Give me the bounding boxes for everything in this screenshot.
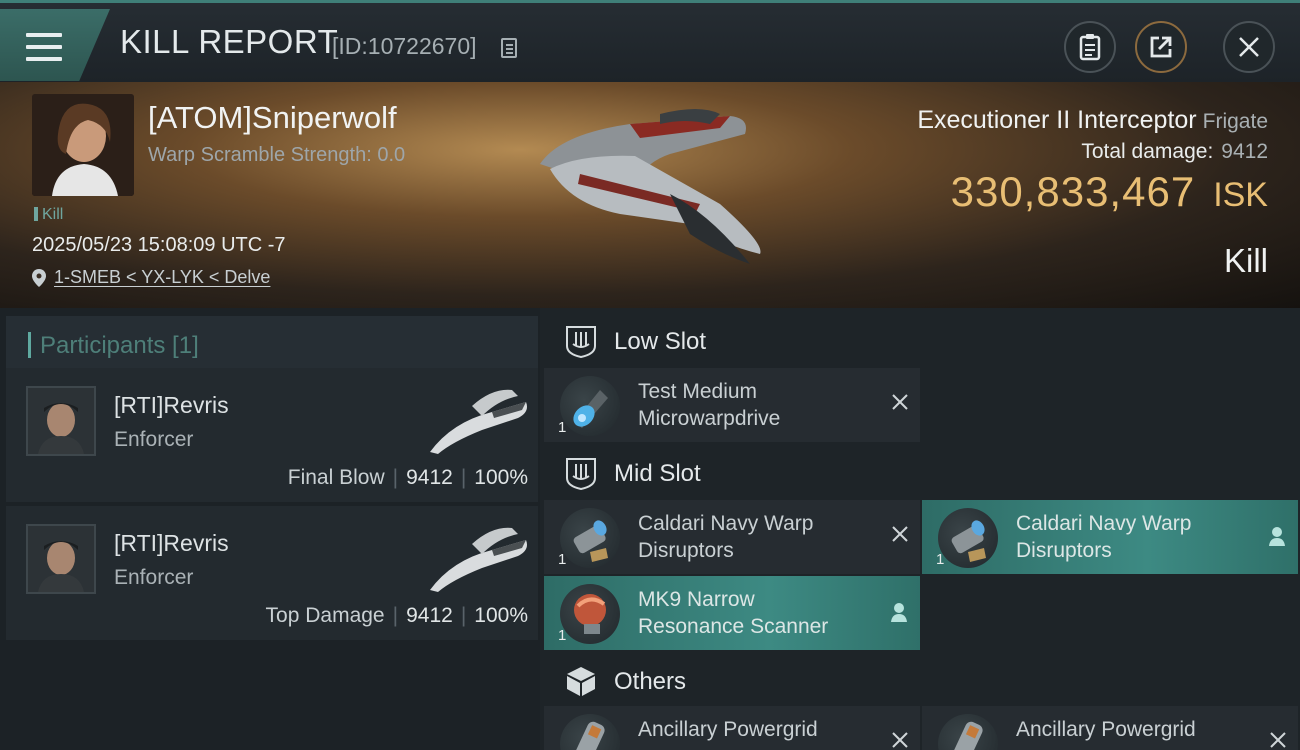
low-slot-header: Low Slot xyxy=(544,310,1300,370)
participant-ship-image xyxy=(430,527,527,592)
low-slot-title: Low Slot xyxy=(614,328,707,355)
isk-amount: 330,833,467 xyxy=(950,168,1196,215)
title-bar: KILL REPORT [ID:10722670] xyxy=(0,0,1300,82)
mid-slot-header: Mid Slot xyxy=(544,442,1300,502)
share-button[interactable] xyxy=(1135,21,1187,73)
dropped-person-icon xyxy=(890,602,908,622)
module-name: MK9 Narrow Resonance Scanner xyxy=(638,586,878,640)
powergrid-icon xyxy=(938,714,998,750)
module-item[interactable]: 1 MK9 Narrow Resonance Scanner xyxy=(544,576,920,650)
victim-ship-name[interactable]: Executioner II Interceptor Frigate xyxy=(917,106,1268,135)
participant-percent: 100% xyxy=(474,604,528,627)
module-item[interactable]: Ancillary Powergrid xyxy=(544,706,920,750)
low-slot-icon xyxy=(566,326,596,358)
menu-icon xyxy=(26,33,62,61)
module-name-line1: Caldari Navy Warp xyxy=(638,512,814,535)
share-icon xyxy=(1150,36,1172,58)
others-header: Others xyxy=(544,650,1300,710)
destroyed-icon xyxy=(892,394,908,410)
module-quantity: 1 xyxy=(558,419,567,436)
clipboard-button[interactable] xyxy=(1064,21,1116,73)
participant-stats: Top Damage | 9412 | 100% xyxy=(265,604,528,627)
module-name-line2: Disruptors xyxy=(1016,539,1112,562)
module-quantity: 1 xyxy=(936,551,945,568)
participant-name: [RTI]Revris xyxy=(114,530,229,556)
ship-class: Frigate xyxy=(1202,110,1268,133)
others-title: Others xyxy=(614,668,687,695)
module-name-line2: Resonance Scanner xyxy=(638,615,829,638)
kill-location[interactable]: 1-SMEB < YX-LYK < Delve xyxy=(32,267,270,288)
report-id: [ID:10722670] xyxy=(332,33,477,59)
module-name: Ancillary Powergrid xyxy=(638,718,818,741)
isk-value: 330,833,467 ISK xyxy=(951,168,1268,216)
participant-damage: 9412 xyxy=(406,604,453,627)
module-item[interactable]: Ancillary Powergrid xyxy=(922,706,1298,750)
clipboard-icon xyxy=(1079,34,1101,61)
participant-name: [RTI]Revris xyxy=(114,392,229,418)
result-label: Kill xyxy=(1223,242,1268,279)
participant-row[interactable]: [RTI]Revris Enforcer Top Damage | 9412 | 100… xyxy=(6,506,538,640)
participant-ship: Enforcer xyxy=(114,566,194,589)
module-item[interactable]: 1 Caldari Navy Warp Disruptors xyxy=(922,500,1298,574)
victim-summary: [ATOM]Sniperwolf Warp Scramble Strength:… xyxy=(0,82,1300,308)
module-name-line1: Test Medium xyxy=(638,380,758,403)
participant-row[interactable]: [RTI]Revris Enforcer Final Blow | 9412 | 100… xyxy=(6,368,538,502)
participant-stats: Final Blow | 9412 | 100% xyxy=(287,466,528,489)
destroyed-icon xyxy=(892,732,908,748)
participant-avatar xyxy=(26,386,96,456)
module-name: Caldari Navy Warp Disruptors xyxy=(1016,510,1256,564)
dropped-person-icon xyxy=(1268,526,1286,546)
kill-datetime: 2025/05/23 15:08:09 UTC -7 xyxy=(32,234,286,256)
location-link[interactable]: 1-SMEB < YX-LYK < Delve xyxy=(54,267,270,288)
module-name-line1: MK9 Narrow xyxy=(638,588,755,611)
total-damage-label: Total damage: xyxy=(1081,140,1214,163)
module-name: Test Medium Microwarpdrive xyxy=(638,378,878,432)
kill-tag: Kill xyxy=(34,206,63,224)
total-damage: Total damage: 9412 xyxy=(1081,140,1268,164)
module-quantity: 1 xyxy=(558,551,567,568)
warp-disruptor-icon xyxy=(560,508,620,568)
powergrid-icon xyxy=(560,714,620,750)
participant-ship-image xyxy=(430,389,527,454)
fitting-panel: Low Slot 1 Test Medium Microwarpdrive Mi xyxy=(540,308,1300,750)
participant-role: Top Damage xyxy=(265,604,385,627)
ship-name-text: Executioner II Interceptor xyxy=(917,106,1197,134)
module-name: Caldari Navy Warp Disruptors xyxy=(638,510,878,564)
participant-damage: 9412 xyxy=(406,466,453,489)
victim-avatar[interactable] xyxy=(32,94,134,196)
warp-disruptor-icon xyxy=(938,508,998,568)
location-pin-icon xyxy=(32,268,46,287)
total-damage-value: 9412 xyxy=(1221,140,1268,163)
module-quantity: 1 xyxy=(558,627,567,644)
participants-panel: Participants [1] [RTI]Revris Enforcer Fi… xyxy=(0,308,540,750)
participant-avatar xyxy=(26,524,96,594)
victim-name[interactable]: [ATOM]Sniperwolf xyxy=(148,100,397,136)
participant-role: Final Blow xyxy=(287,466,385,489)
close-button[interactable] xyxy=(1223,21,1275,73)
module-item[interactable]: 1 Test Medium Microwarpdrive xyxy=(544,368,920,442)
participants-header[interactable]: Participants [1] xyxy=(6,316,538,372)
module-name: Ancillary Powergrid xyxy=(1016,718,1196,741)
isk-unit: ISK xyxy=(1213,176,1268,214)
warp-scramble-strength: Warp Scramble Strength: 0.0 xyxy=(148,144,406,166)
copy-id-icon[interactable] xyxy=(501,38,517,58)
victim-ship-image[interactable] xyxy=(520,94,780,274)
module-item[interactable]: 1 Caldari Navy Warp Disruptors xyxy=(544,500,920,574)
module-name-line2: Disruptors xyxy=(638,539,734,562)
mid-slot-icon xyxy=(566,458,596,490)
participant-ship: Enforcer xyxy=(114,428,194,451)
menu-button[interactable] xyxy=(0,9,110,81)
destroyed-icon xyxy=(1270,732,1286,748)
module-name-line1: Caldari Navy Warp xyxy=(1016,512,1192,535)
mid-slot-title: Mid Slot xyxy=(614,460,701,487)
close-icon xyxy=(1239,37,1259,57)
participants-title: Participants [1] xyxy=(40,332,199,359)
module-name-line2: Microwarpdrive xyxy=(638,407,781,430)
microwarpdrive-icon xyxy=(560,376,620,436)
participant-percent: 100% xyxy=(474,466,528,489)
page-title: KILL REPORT xyxy=(120,23,339,60)
destroyed-icon xyxy=(892,526,908,542)
cargo-box-icon xyxy=(567,667,595,696)
resonance-scanner-icon xyxy=(560,584,620,644)
